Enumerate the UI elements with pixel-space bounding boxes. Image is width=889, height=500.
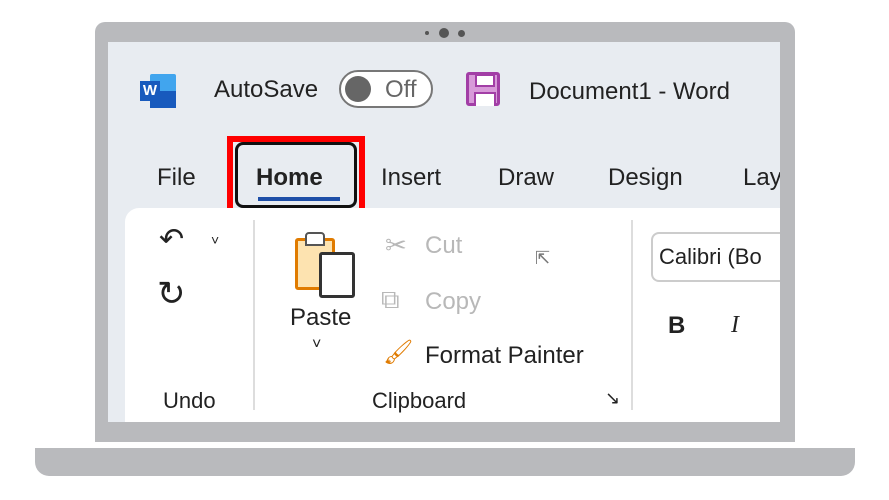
tab-underline [258,197,340,201]
divider [253,220,255,410]
italic-button[interactable]: I [731,312,739,339]
divider [631,220,633,410]
word-window: W AutoSave Off Document1 - Word File Hom… [108,42,780,422]
redo-icon[interactable]: ↻ [157,274,186,314]
document-title: Document1 - Word [529,78,730,105]
paste-icon[interactable] [295,230,355,298]
font-name-input[interactable]: Calibri (Bo [651,232,780,282]
tab-home-label: Home [256,164,323,191]
mouse-cursor-icon: ⇱ [535,248,551,268]
paste-dropdown-icon[interactable]: ˅ [312,336,321,354]
save-icon[interactable] [466,72,500,106]
undo-group-label: Undo [163,388,216,413]
bold-button[interactable]: B [668,312,685,340]
tab-insert[interactable]: Insert [381,164,441,192]
camera-icon [439,28,449,38]
copy-icon[interactable]: ⧉ [381,284,400,316]
ribbon: ↶ ˅ ↻ Undo Paste ˅ ✂ Cut ⧉ Copy 🖌 Format… [125,208,780,422]
tab-file[interactable]: File [157,164,196,192]
clipboard-group-label: Clipboard [372,388,467,413]
font-name-value: Calibri (Bo [659,244,762,269]
format-painter-icon[interactable]: 🖌 [383,338,413,367]
autosave-state: Off [385,76,417,103]
camera-dot [458,30,465,37]
word-logo-icon: W [140,74,178,108]
tab-draw[interactable]: Draw [498,164,554,192]
format-painter-button[interactable]: Format Painter [425,342,584,370]
copy-button[interactable]: Copy [425,288,481,316]
tab-design[interactable]: Design [608,164,683,192]
clipboard-launcher-icon[interactable]: ↘ [605,388,620,409]
tab-home[interactable]: Home [235,142,357,208]
paste-button[interactable]: Paste [290,304,351,332]
undo-dropdown-icon[interactable]: ˅ [211,232,219,248]
autosave-toggle[interactable]: Off [339,70,433,108]
camera-dot [425,31,429,35]
tab-layout[interactable]: Lay [743,164,780,192]
undo-icon[interactable]: ↶ [159,222,184,257]
cut-icon[interactable]: ✂ [385,230,407,261]
autosave-label: AutoSave [214,76,319,103]
cut-button[interactable]: Cut [425,232,462,260]
laptop-base [35,448,855,476]
